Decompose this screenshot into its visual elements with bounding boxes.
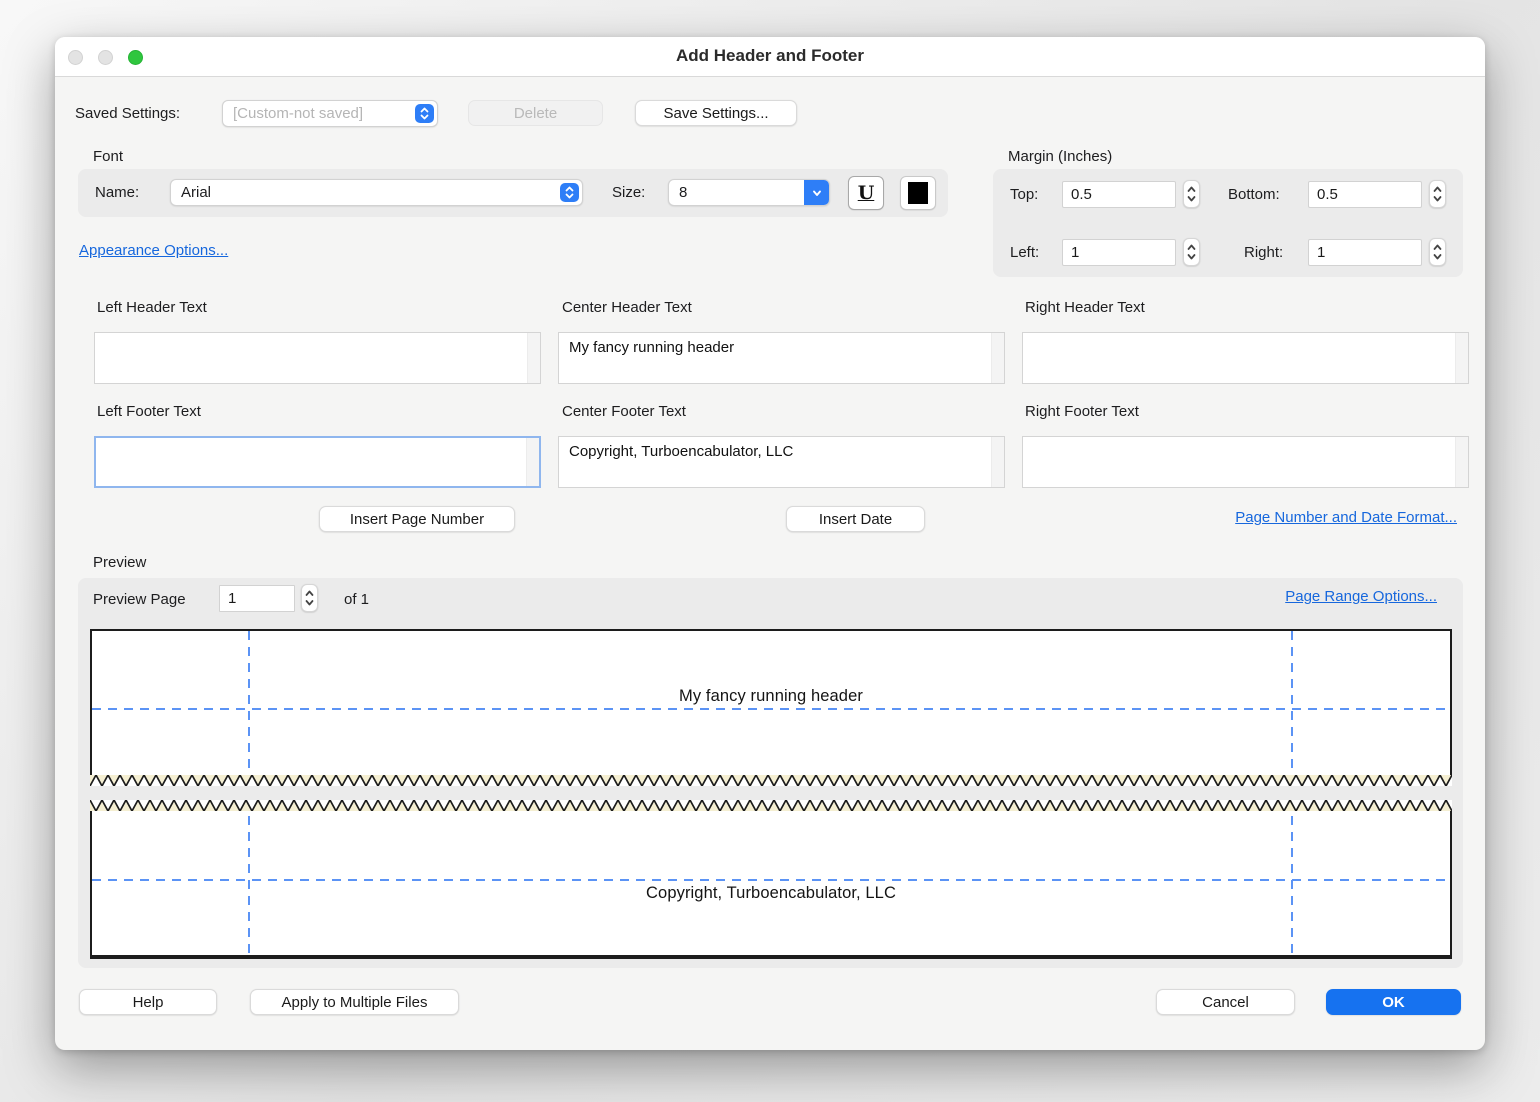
margin-top-input[interactable] <box>1062 181 1176 208</box>
preview-panel: Preview Page of 1 Page Range Options... … <box>78 578 1463 968</box>
scrollbar-track <box>1455 333 1468 383</box>
center-header-label: Center Header Text <box>562 299 692 316</box>
left-header-textarea[interactable] <box>95 333 527 383</box>
insert-date-button[interactable]: Insert Date <box>786 506 925 532</box>
scrollbar-track <box>991 333 1004 383</box>
margin-left-label: Left: <box>1010 244 1039 261</box>
left-footer-field[interactable] <box>94 436 541 488</box>
right-header-textarea[interactable] <box>1023 333 1455 383</box>
insert-page-number-label: Insert Page Number <box>350 511 484 528</box>
saved-settings-dropdown[interactable]: [Custom-not saved] <box>222 100 438 127</box>
center-header-field[interactable]: My fancy running header <box>558 332 1005 384</box>
margin-top-label: Top: <box>1010 186 1038 203</box>
font-group-label: Font <box>93 148 123 165</box>
appearance-options-link[interactable]: Appearance Options... <box>79 242 228 259</box>
right-header-label: Right Header Text <box>1025 299 1145 316</box>
center-footer-label: Center Footer Text <box>562 403 686 420</box>
insert-page-number-button[interactable]: Insert Page Number <box>319 506 515 532</box>
preview-footer-text: Copyright, Turboencabulator, LLC <box>92 884 1450 903</box>
right-margin-guide <box>1291 800 1293 955</box>
right-footer-field[interactable] <box>1022 436 1469 488</box>
margin-left-stepper[interactable] <box>1183 238 1200 266</box>
top-margin-guide <box>92 708 1450 710</box>
preview-header-text: My fancy running header <box>92 687 1450 706</box>
ok-button-label: OK <box>1382 994 1405 1011</box>
right-footer-label: Right Footer Text <box>1025 403 1139 420</box>
left-header-field[interactable] <box>94 332 541 384</box>
dialog-title: Add Header and Footer <box>55 46 1485 66</box>
preview-page-input[interactable] <box>219 585 295 612</box>
add-header-footer-dialog: Add Header and Footer Saved Settings: [C… <box>55 37 1485 1050</box>
margin-left-input[interactable] <box>1062 239 1176 266</box>
preview-page-label: Preview Page <box>93 591 186 608</box>
scrollbar-track <box>527 333 540 383</box>
left-footer-label: Left Footer Text <box>97 403 201 420</box>
torn-edge-icon <box>90 800 1452 811</box>
margin-panel: Top: Bottom: Left: Right: <box>993 169 1463 277</box>
preview-group-label: Preview <box>93 554 146 571</box>
font-size-combo[interactable]: 8 <box>668 179 830 206</box>
font-color-button[interactable] <box>900 176 936 210</box>
updown-chevron-icon <box>415 104 434 123</box>
scrollbar-track <box>526 438 539 486</box>
insert-date-label: Insert Date <box>819 511 892 528</box>
delete-button[interactable]: Delete <box>468 100 603 126</box>
underline-button[interactable]: U <box>848 176 884 210</box>
scrollbar-track <box>1455 437 1468 487</box>
font-name-label: Name: <box>95 184 139 201</box>
help-button[interactable]: Help <box>79 989 217 1015</box>
bottom-margin-guide <box>92 879 1450 881</box>
cancel-button-label: Cancel <box>1202 994 1249 1011</box>
margin-group-label: Margin (Inches) <box>1008 148 1112 165</box>
ok-button[interactable]: OK <box>1326 989 1461 1015</box>
down-chevron-icon <box>804 180 829 205</box>
save-settings-button[interactable]: Save Settings... <box>635 100 797 126</box>
saved-settings-value: [Custom-not saved] <box>233 105 363 122</box>
titlebar: Add Header and Footer <box>55 37 1485 77</box>
color-swatch-icon <box>908 182 928 204</box>
font-size-value: 8 <box>679 184 687 201</box>
margin-top-stepper[interactable] <box>1183 180 1200 208</box>
page-range-options-link[interactable]: Page Range Options... <box>1285 588 1437 605</box>
margin-right-input[interactable] <box>1308 239 1422 266</box>
preview-page-top: My fancy running header <box>90 629 1452 786</box>
saved-settings-label: Saved Settings: <box>75 105 180 122</box>
center-header-textarea[interactable]: My fancy running header <box>559 333 991 383</box>
right-footer-textarea[interactable] <box>1023 437 1455 487</box>
apply-to-multiple-files-button[interactable]: Apply to Multiple Files <box>250 989 459 1015</box>
right-header-field[interactable] <box>1022 332 1469 384</box>
underline-button-label: U <box>858 182 875 204</box>
margin-bottom-input[interactable] <box>1308 181 1422 208</box>
margin-bottom-label: Bottom: <box>1228 186 1280 203</box>
torn-edge-icon <box>90 775 1452 786</box>
apply-to-multiple-files-label: Apply to Multiple Files <box>282 994 428 1011</box>
preview-of-label: of 1 <box>344 591 369 608</box>
preview-page-stepper[interactable] <box>301 584 318 612</box>
preview-page-bottom: Copyright, Turboencabulator, LLC <box>90 800 1452 959</box>
scrollbar-track <box>991 437 1004 487</box>
cancel-button[interactable]: Cancel <box>1156 989 1295 1015</box>
delete-button-label: Delete <box>514 105 557 122</box>
center-footer-field[interactable]: Copyright, Turboencabulator, LLC <box>558 436 1005 488</box>
font-name-value: Arial <box>181 184 211 201</box>
margin-right-stepper[interactable] <box>1429 238 1446 266</box>
margin-bottom-stepper[interactable] <box>1429 180 1446 208</box>
left-header-label: Left Header Text <box>97 299 207 316</box>
save-settings-button-label: Save Settings... <box>663 105 768 122</box>
font-name-dropdown[interactable]: Arial <box>170 179 583 206</box>
margin-right-label: Right: <box>1244 244 1283 261</box>
left-margin-guide <box>248 800 250 955</box>
updown-chevron-icon <box>560 183 579 202</box>
page-number-date-format-link[interactable]: Page Number and Date Format... <box>1235 509 1457 526</box>
font-size-label: Size: <box>612 184 645 201</box>
font-panel: Name: Arial Size: 8 U <box>78 169 948 217</box>
left-footer-textarea[interactable] <box>96 438 526 486</box>
center-footer-textarea[interactable]: Copyright, Turboencabulator, LLC <box>559 437 991 487</box>
help-button-label: Help <box>133 994 164 1011</box>
